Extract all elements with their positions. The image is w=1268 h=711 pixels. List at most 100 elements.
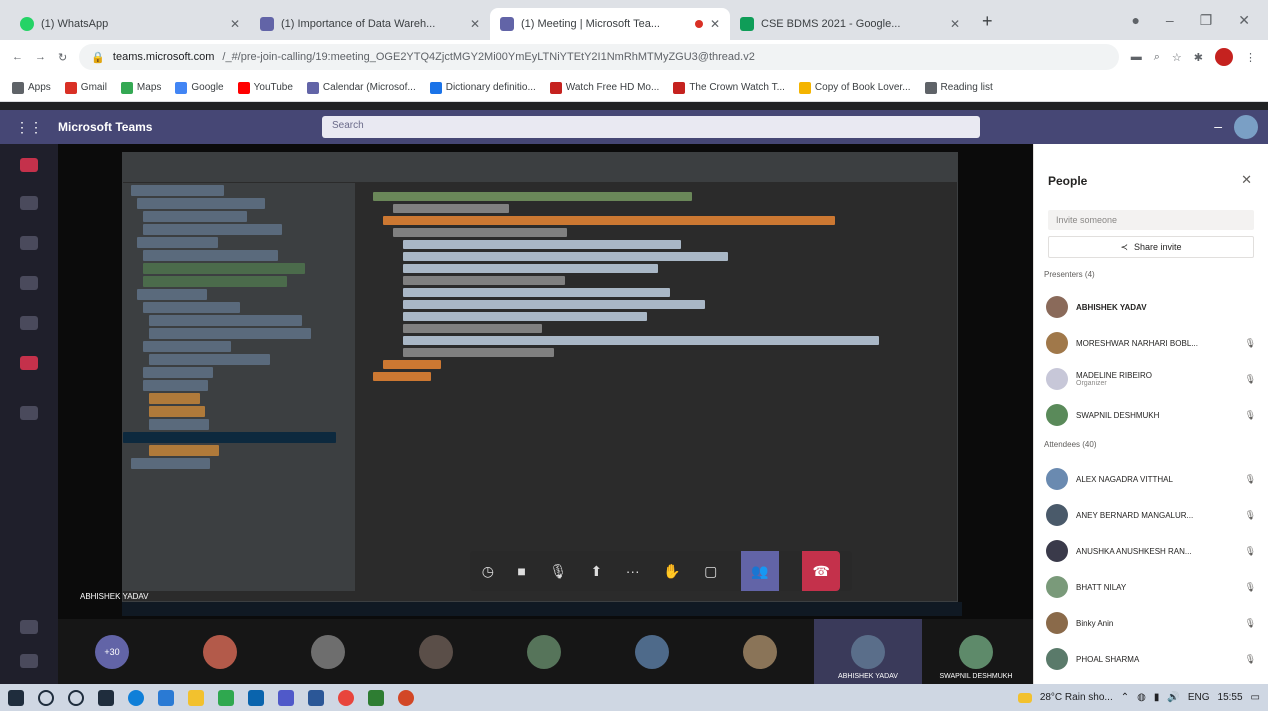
chevron-up-icon[interactable]: ⌃ — [1121, 692, 1129, 703]
close-tab-icon[interactable]: ✕ — [710, 17, 720, 31]
bookmark-gmail[interactable]: Gmail — [64, 81, 107, 94]
menu-icon[interactable]: ⋮ — [1245, 51, 1256, 64]
bookmark-maps[interactable]: Maps — [120, 81, 161, 94]
participant-tile[interactable] — [166, 619, 274, 684]
presenters-header[interactable]: Presenters (4) — [1044, 270, 1095, 279]
close-tab-icon[interactable]: ✕ — [950, 17, 960, 31]
list-item[interactable]: ANUSHKA ANUSHKESH RAN... 🎙 — [1046, 536, 1256, 566]
list-item[interactable]: Binky Anin 🎙 — [1046, 608, 1256, 638]
camera-icon[interactable]: ■ — [517, 563, 525, 579]
teams-icon[interactable] — [20, 236, 38, 250]
share-invite-button[interactable]: ≺ Share invite — [1048, 236, 1254, 258]
url-field[interactable]: 🔒 teams.microsoft.com /_#/pre-join-calli… — [79, 44, 1119, 70]
bookmark-google[interactable]: Google — [175, 81, 224, 94]
chat-icon[interactable] — [20, 196, 38, 210]
notifications-icon[interactable]: ▭ — [1251, 692, 1260, 703]
store-icon[interactable] — [368, 689, 384, 706]
close-tab-icon[interactable]: ✕ — [470, 17, 480, 31]
list-item[interactable]: BHATT NILAY 🎙 — [1046, 572, 1256, 602]
list-item[interactable]: MORESHWAR NARHARI BOBL... 🎙 — [1046, 328, 1256, 358]
windows-start-icon[interactable] — [8, 689, 24, 706]
search-input[interactable]: Search — [322, 116, 980, 138]
people-icon[interactable]: 👥 — [740, 551, 779, 591]
more-apps-icon[interactable] — [20, 406, 38, 420]
chat-icon[interactable]: ▢ — [704, 563, 717, 580]
star-icon[interactable]: ☆ — [1172, 51, 1182, 64]
reload-icon[interactable]: ↻ — [58, 51, 67, 64]
bookmark-dictionary[interactable]: Dictionary definitio... — [429, 81, 536, 94]
participant-tile[interactable] — [274, 619, 382, 684]
share-tray-icon[interactable]: ⬆ — [591, 563, 603, 580]
extensions-icon[interactable]: ✱ — [1194, 51, 1203, 64]
battery-icon[interactable]: ▮ — [1154, 692, 1160, 703]
volume-icon[interactable]: 🔊 — [1167, 692, 1179, 703]
bookmark-reading-list[interactable]: Reading list — [924, 81, 993, 94]
task-view-icon[interactable] — [98, 689, 114, 706]
list-item[interactable]: ANEY BERNARD MANGALUR... 🎙 — [1046, 500, 1256, 530]
close-window-icon[interactable]: ✕ — [1238, 12, 1250, 29]
browser-tab-data-warehouse[interactable]: (1) Importance of Data Wareh... ✕ — [250, 8, 490, 40]
close-tab-icon[interactable]: ✕ — [230, 17, 240, 31]
vscode-icon[interactable] — [158, 689, 174, 706]
powerpoint-icon[interactable] — [398, 689, 414, 706]
list-item[interactable]: ALEX NAGADRA VITTHAL 🎙 — [1046, 464, 1256, 494]
word-icon[interactable] — [308, 689, 324, 706]
bookmark-calendar[interactable]: Calendar (Microsof... — [306, 81, 416, 94]
edge-icon[interactable] — [128, 689, 144, 706]
maximize-window-icon[interactable]: ❐ — [1200, 12, 1213, 29]
minimize-window-icon[interactable]: – — [1166, 12, 1174, 28]
teams-icon[interactable] — [278, 689, 294, 706]
list-item[interactable]: ABHISHEK YADAV — [1046, 292, 1256, 322]
hangup-icon[interactable]: ☎ — [802, 551, 841, 591]
avatar[interactable] — [1234, 115, 1258, 139]
apps-icon[interactable] — [20, 620, 38, 634]
bookmark-crown[interactable]: The Crown Watch T... — [673, 81, 785, 94]
list-item[interactable]: PHOAL SHARMA 🎙 — [1046, 644, 1256, 674]
outlook-icon[interactable] — [248, 689, 264, 706]
browser-tab-sheets[interactable]: CSE BDMS 2021 - Google... ✕ — [730, 8, 970, 40]
browser-tab-meeting[interactable]: (1) Meeting | Microsoft Tea... ✕ — [490, 8, 730, 40]
minimize-icon[interactable]: – — [1214, 118, 1222, 134]
network-icon[interactable]: ◍ — [1137, 692, 1146, 703]
avatar[interactable] — [1215, 48, 1233, 66]
calls-icon[interactable] — [20, 316, 38, 330]
participant-tile[interactable] — [490, 619, 598, 684]
forward-icon[interactable]: → — [35, 51, 46, 63]
bookmark-youtube[interactable]: YouTube — [237, 81, 293, 94]
browser-tab-whatsapp[interactable]: (1) WhatsApp ✕ — [10, 8, 250, 40]
bookmark-watch-free[interactable]: Watch Free HD Mo... — [549, 81, 659, 94]
file-explorer-icon[interactable] — [188, 689, 204, 706]
list-item[interactable]: MADELINE RIBEIRO Organizer 🎙 — [1046, 364, 1256, 394]
activity-icon[interactable] — [20, 158, 38, 172]
profile-icon[interactable]: ● — [1131, 12, 1139, 28]
mic-icon[interactable]: 🎙 — [549, 563, 567, 580]
language-indicator[interactable]: ENG — [1188, 692, 1210, 703]
participant-tile[interactable] — [706, 619, 814, 684]
whatsapp-icon[interactable] — [218, 689, 234, 706]
cortana-icon[interactable] — [68, 689, 84, 706]
new-tab-button[interactable]: + — [970, 11, 1005, 40]
camera-permission-icon[interactable]: ▬ — [1131, 51, 1142, 63]
bookmark-book-lover[interactable]: Copy of Book Lover... — [798, 81, 911, 94]
bookmark-apps[interactable]: Apps — [12, 81, 51, 94]
participant-tile[interactable]: ABHISHEK YADAV — [814, 619, 922, 684]
chrome-icon[interactable] — [338, 689, 354, 706]
app-launcher-icon[interactable]: ⋮⋮ — [0, 119, 58, 136]
weather-text[interactable]: 28°C Rain sho... — [1040, 692, 1113, 703]
help-icon[interactable] — [20, 654, 38, 668]
participant-tile[interactable] — [598, 619, 706, 684]
clock[interactable]: 15:55 — [1218, 692, 1243, 703]
zoom-icon[interactable]: ⌕ — [1154, 51, 1160, 64]
participant-tile[interactable]: SWAPNIL DESHMUKH — [922, 619, 1030, 684]
invite-input[interactable]: Invite someone — [1048, 210, 1254, 230]
participant-tile[interactable] — [382, 619, 490, 684]
participant-tile[interactable]: +30 — [58, 619, 166, 684]
more-icon[interactable]: ··· — [626, 563, 640, 579]
files-icon[interactable] — [20, 356, 38, 370]
list-item[interactable]: SWAPNIL DESHMUKH 🎙 — [1046, 400, 1256, 430]
search-icon[interactable] — [38, 689, 54, 706]
raise-hand-icon[interactable]: ✋ — [663, 563, 680, 580]
back-icon[interactable]: ← — [12, 51, 23, 63]
attendees-header[interactable]: Attendees (40) — [1044, 440, 1096, 449]
close-icon[interactable]: ✕ — [1241, 172, 1252, 188]
